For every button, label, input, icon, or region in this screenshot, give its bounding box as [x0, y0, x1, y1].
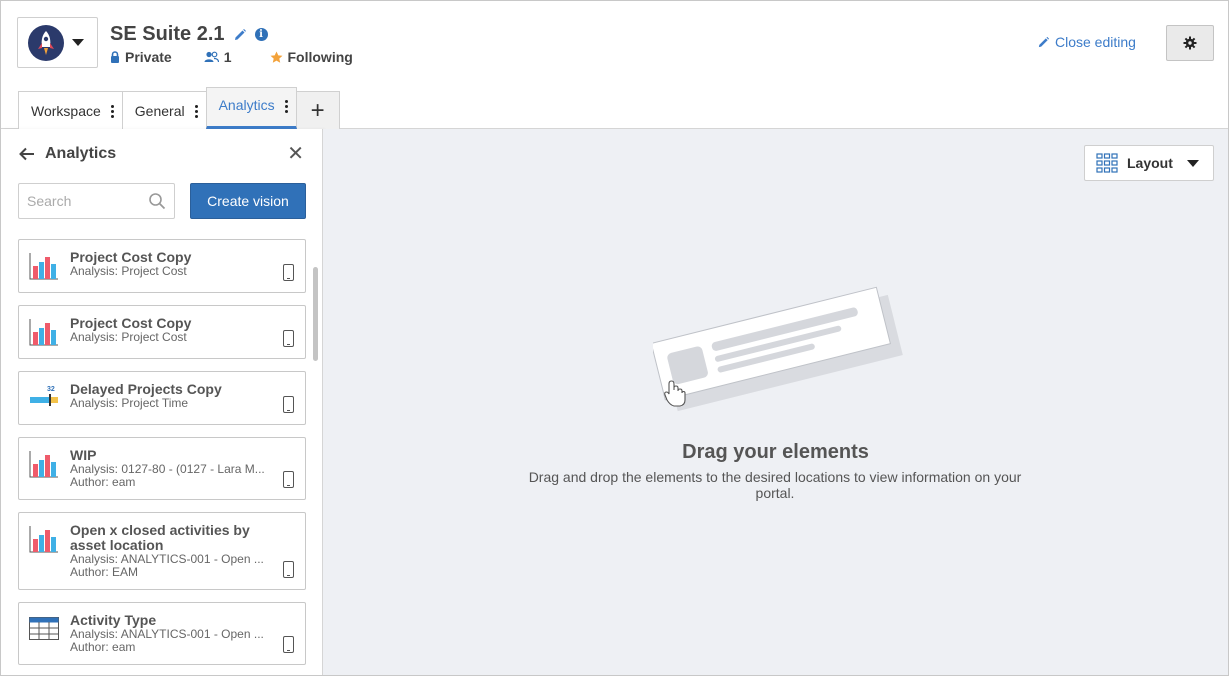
drag-illustration: [653, 286, 903, 412]
plus-icon: +: [310, 96, 325, 124]
bar-chart-icon: [29, 451, 58, 478]
empty-state-title: Drag your elements: [682, 441, 869, 463]
item-analysis: Analysis: ANALYTICS-001 - Open ...: [70, 628, 264, 641]
close-editing-link[interactable]: Close editing: [1037, 34, 1136, 50]
portal-logo-dropdown[interactable]: [17, 17, 98, 68]
item-name: Project Cost Copy: [70, 315, 192, 331]
mobile-icon: [283, 264, 294, 281]
item-name: Open x closed activities by asset locati…: [70, 522, 250, 553]
rocket-icon: [28, 24, 64, 61]
users-icon: [204, 51, 219, 63]
item-name: Delayed Projects Copy: [70, 381, 222, 397]
mobile-icon: [283, 330, 294, 347]
kpi-gauge-icon: 32: [30, 386, 58, 406]
tab-bar: Workspace General Analytics +: [18, 87, 340, 129]
kebab-menu-icon[interactable]: [284, 98, 288, 113]
panel-scrollbar[interactable]: [313, 267, 318, 361]
mobile-icon: [283, 636, 294, 653]
analytics-item[interactable]: Open x closed activities by asset locati…: [18, 512, 306, 590]
table-icon: [29, 617, 59, 640]
pencil-icon: [1038, 36, 1050, 47]
kebab-menu-icon[interactable]: [110, 103, 114, 118]
analytics-panel: Analytics ✕ Create vision Project Cost C…: [1, 129, 323, 675]
header: SE Suite 2.1 i Private 1 Following Close…: [1, 1, 1228, 129]
item-author: Author: eam: [70, 476, 136, 489]
pencil-icon[interactable]: [233, 28, 247, 42]
portal-canvas[interactable]: Layout Drag your elements Drag and drop …: [323, 129, 1228, 675]
bar-chart-icon: [29, 526, 58, 553]
chevron-down-icon: [1186, 159, 1199, 167]
gear-icon: [1183, 36, 1197, 50]
analytics-item[interactable]: Project Cost Copy Analysis: Project Cost: [18, 239, 306, 293]
item-analysis: Analysis: ANALYTICS-001 - Open ...: [70, 553, 264, 566]
portal-title: SE Suite 2.1: [110, 23, 225, 45]
back-arrow-icon[interactable]: [18, 147, 35, 161]
mobile-icon: [283, 396, 294, 413]
layout-dropdown[interactable]: Layout: [1084, 145, 1214, 181]
search-field[interactable]: [18, 183, 175, 219]
panel-title: Analytics: [45, 145, 117, 162]
analytics-item[interactable]: 32 Delayed Projects Copy Analysis: Proje…: [18, 371, 306, 425]
item-name: WIP: [70, 447, 97, 463]
settings-button[interactable]: [1166, 25, 1214, 61]
privacy-status: Private: [110, 49, 172, 65]
create-vision-button[interactable]: Create vision: [190, 183, 306, 219]
search-input[interactable]: [27, 193, 142, 209]
item-name: Project Cost Copy: [70, 249, 192, 265]
analytics-item[interactable]: Project Cost Copy Analysis: Project Cost: [18, 305, 306, 359]
info-icon[interactable]: i: [254, 28, 268, 41]
tab-general[interactable]: General: [121, 91, 207, 129]
tab-analytics[interactable]: Analytics: [205, 87, 297, 129]
search-icon: [149, 193, 166, 210]
chevron-down-icon: [72, 39, 84, 46]
tab-workspace[interactable]: Workspace: [18, 91, 123, 129]
item-analysis: Analysis: Project Cost: [70, 265, 187, 278]
item-name: Activity Type: [70, 612, 157, 628]
item-author: Author: eam: [70, 641, 136, 654]
item-analysis: Analysis: 0127-80 - (0127 - Lara M...: [70, 463, 265, 476]
svg-text:32: 32: [47, 386, 55, 393]
item-analysis: Analysis: Project Time: [70, 397, 189, 410]
bar-chart-icon: [29, 253, 58, 280]
mobile-icon: [283, 561, 294, 578]
analytics-item[interactable]: WIP Analysis: 0127-80 - (0127 - Lara M..…: [18, 437, 306, 500]
lock-icon: [111, 51, 119, 63]
item-analysis: Analysis: Project Cost: [70, 331, 187, 344]
app-window: SE Suite 2.1 i Private 1 Following Close…: [0, 0, 1229, 676]
close-icon[interactable]: ✕: [287, 143, 304, 165]
kebab-menu-icon[interactable]: [194, 103, 198, 118]
empty-state-description: Drag and drop the elements to the desire…: [528, 469, 1022, 501]
analytics-item[interactable]: Activity Type Analysis: ANALYTICS-001 - …: [18, 602, 306, 665]
grid-layout-icon: [1096, 153, 1118, 173]
add-tab-button[interactable]: +: [295, 91, 340, 129]
star-icon: [270, 51, 282, 63]
bar-chart-icon: [29, 319, 58, 346]
members-count[interactable]: 1: [204, 49, 232, 65]
following-toggle[interactable]: Following: [270, 49, 353, 65]
mobile-icon: [283, 471, 294, 488]
item-author: Author: EAM: [70, 566, 139, 579]
